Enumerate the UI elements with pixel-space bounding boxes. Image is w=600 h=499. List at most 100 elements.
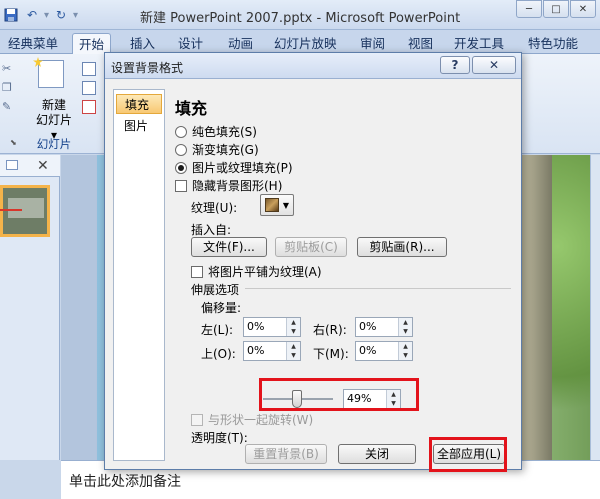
title-bar: ↶ ▾ ↻ ▾ 新建 PowerPoint 2007.pptx - Micros… bbox=[0, 0, 600, 30]
slide-thumbnail[interactable] bbox=[0, 185, 50, 237]
file-button[interactable]: 文件(F)... bbox=[191, 237, 267, 257]
spin-up-icon[interactable]: ▲ bbox=[287, 318, 300, 327]
reset-icon[interactable] bbox=[82, 81, 96, 95]
texture-swatch-icon bbox=[264, 198, 279, 212]
offset-left-text: 左(L): bbox=[201, 323, 234, 337]
slides-tab-icon[interactable] bbox=[6, 160, 18, 170]
offset-bottom-input[interactable]: 0% ▲ ▼ bbox=[355, 341, 413, 361]
hide-bg-graphics-checkbox[interactable] bbox=[175, 179, 187, 192]
tile-option[interactable]: 将图片平铺为纹理(A) bbox=[191, 263, 322, 280]
format-painter-icon[interactable]: ✎ bbox=[2, 100, 12, 113]
delete-slide-icon[interactable] bbox=[82, 100, 96, 114]
dialog-title: 设置背景格式 bbox=[111, 61, 184, 75]
spin-down-icon[interactable]: ▼ bbox=[399, 327, 412, 336]
maximize-button[interactable]: □ bbox=[543, 0, 569, 18]
tab-animation[interactable]: 动画 bbox=[222, 33, 259, 54]
apply-all-highlight bbox=[429, 437, 507, 472]
section-title: 填充 bbox=[175, 99, 208, 118]
offset-top-value: 0% bbox=[247, 344, 265, 357]
copy-icon[interactable]: ❐ bbox=[2, 81, 12, 94]
tab-view[interactable]: 视图 bbox=[402, 33, 439, 54]
stretch-options-heading: 伸展选项 bbox=[191, 281, 239, 298]
gradient-fill-radio[interactable] bbox=[175, 143, 187, 156]
transparency-label: 透明度(T): bbox=[191, 429, 248, 446]
solid-fill-radio[interactable] bbox=[175, 125, 187, 138]
spin-up-icon[interactable]: ▲ bbox=[399, 342, 412, 351]
dialog-title-bar: 设置背景格式 ? ✕ bbox=[105, 53, 521, 79]
tab-slideshow[interactable]: 幻灯片放映 bbox=[268, 33, 343, 54]
gradient-fill-option[interactable]: 渐变填充(G) bbox=[175, 141, 259, 158]
offset-top-input[interactable]: 0% ▲ ▼ bbox=[243, 341, 301, 361]
hide-bg-graphics-label: 隐藏背景图形(H) bbox=[192, 179, 283, 193]
reset-background-button: 重置背景(B) bbox=[245, 444, 327, 464]
rotate-with-shape-checkbox bbox=[191, 413, 203, 426]
tile-checkbox[interactable] bbox=[191, 265, 203, 278]
nav-picture[interactable]: 图片 bbox=[116, 116, 162, 136]
offset-bottom-text: 下(M): bbox=[313, 347, 349, 361]
picture-fill-option[interactable]: 图片或纹理填充(P) bbox=[175, 159, 293, 176]
spin-down-icon[interactable]: ▼ bbox=[287, 327, 300, 336]
tab-design[interactable]: 设计 bbox=[172, 33, 209, 54]
tile-label: 将图片平铺为纹理(A) bbox=[208, 265, 322, 279]
close-window-button[interactable]: ✕ bbox=[570, 0, 596, 18]
redo-icon[interactable]: ↻ bbox=[52, 6, 70, 24]
dialog-close-button[interactable]: ✕ bbox=[472, 56, 516, 74]
picture-fill-label: 图片或纹理填充(P) bbox=[192, 161, 293, 175]
window-controls: ─ □ ✕ bbox=[516, 0, 596, 18]
rotate-with-shape-option: 与形状一起旋转(W) bbox=[191, 411, 313, 428]
tab-developer[interactable]: 开发工具 bbox=[448, 33, 510, 54]
offset-right-label: 右(R): bbox=[313, 321, 347, 338]
offset-bottom-label: 下(M): bbox=[313, 345, 349, 362]
tab-special-features[interactable]: 特色功能 bbox=[522, 33, 584, 54]
layout-icon[interactable] bbox=[82, 62, 96, 76]
tab-home[interactable]: 开始 bbox=[72, 33, 112, 54]
offset-text: 偏移量: bbox=[201, 301, 242, 315]
offset-right-spinner[interactable]: ▲ ▼ bbox=[398, 318, 412, 336]
hide-bg-graphics-option[interactable]: 隐藏背景图形(H) bbox=[175, 177, 282, 194]
new-slide-icon[interactable] bbox=[38, 60, 64, 88]
slides-pane-tabs: ✕ bbox=[0, 155, 60, 177]
spin-up-icon[interactable]: ▲ bbox=[287, 342, 300, 351]
texture-label-text: 纹理(U): bbox=[191, 201, 238, 215]
close-button[interactable]: 关闭 bbox=[338, 444, 416, 464]
slides-group-label: 幻灯片 bbox=[36, 137, 72, 151]
offset-left-input[interactable]: 0% ▲ ▼ bbox=[243, 317, 301, 337]
gradient-fill-label: 渐变填充(G) bbox=[192, 143, 259, 157]
insert-from-label: 插入自: bbox=[191, 221, 231, 238]
spin-up-icon[interactable]: ▲ bbox=[399, 318, 412, 327]
solid-fill-option[interactable]: 纯色填充(S) bbox=[175, 123, 257, 140]
tab-insert[interactable]: 插入 bbox=[124, 33, 161, 54]
rotate-with-shape-label: 与形状一起旋转(W) bbox=[208, 413, 314, 427]
clipboard-button: 剪贴板(C) bbox=[275, 237, 347, 257]
tab-classic-menu[interactable]: 经典菜单 bbox=[2, 33, 64, 54]
tab-review[interactable]: 审阅 bbox=[354, 33, 391, 54]
picture-fill-radio[interactable] bbox=[175, 161, 187, 174]
offset-left-spinner[interactable]: ▲ ▼ bbox=[286, 318, 300, 336]
stretch-options-text: 伸展选项 bbox=[191, 283, 240, 297]
transparency-text: 透明度(T): bbox=[191, 431, 248, 445]
texture-dropdown[interactable]: ▼ bbox=[260, 194, 294, 216]
offset-bottom-spinner[interactable]: ▲ ▼ bbox=[398, 342, 412, 360]
transparency-highlight bbox=[259, 378, 419, 411]
slides-pane: ✕ bbox=[0, 155, 60, 460]
minimize-button[interactable]: ─ bbox=[516, 0, 542, 18]
offset-bottom-value: 0% bbox=[359, 344, 377, 357]
undo-icon[interactable]: ↶ bbox=[23, 6, 41, 24]
chevron-down-icon: ▼ bbox=[282, 200, 290, 210]
cut-icon[interactable]: ✂ bbox=[2, 62, 12, 75]
nav-fill[interactable]: 填充 bbox=[116, 94, 162, 114]
close-pane-icon[interactable]: ✕ bbox=[37, 158, 49, 174]
offset-left-label: 左(L): bbox=[201, 321, 233, 338]
undo-dropdown-icon[interactable]: ▾ bbox=[44, 10, 49, 21]
help-button[interactable]: ? bbox=[440, 56, 470, 74]
spin-down-icon[interactable]: ▼ bbox=[287, 351, 300, 360]
offset-right-input[interactable]: 0% ▲ ▼ bbox=[355, 317, 413, 337]
solid-fill-label: 纯色填充(S) bbox=[192, 125, 257, 139]
clipart-button[interactable]: 剪贴画(R)... bbox=[357, 237, 447, 257]
customize-qat-icon[interactable]: ▾ bbox=[73, 10, 78, 21]
spin-down-icon[interactable]: ▼ bbox=[399, 351, 412, 360]
offset-right-value: 0% bbox=[359, 320, 377, 333]
offset-top-spinner[interactable]: ▲ ▼ bbox=[286, 342, 300, 360]
vertical-scrollbar[interactable] bbox=[590, 155, 600, 460]
save-icon[interactable] bbox=[2, 6, 20, 24]
